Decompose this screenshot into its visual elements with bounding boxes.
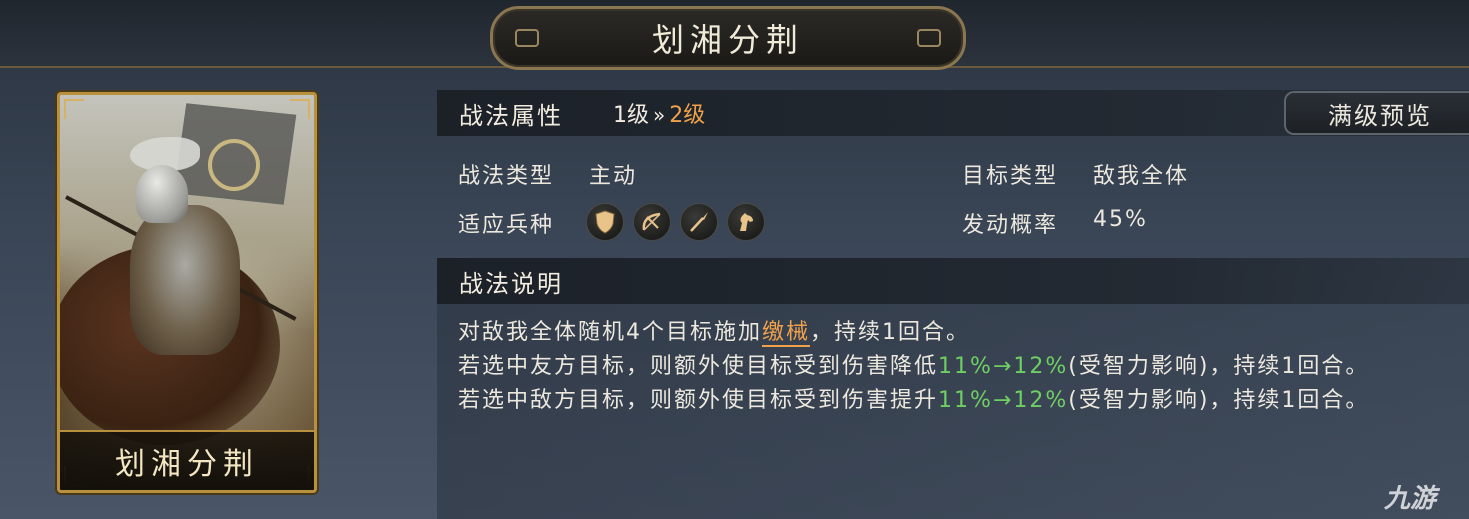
target-type-label: 目标类型 [962, 164, 1059, 189]
desc-text: 对敌我全体随机4个目标施加 [458, 320, 762, 345]
card-corner-ornament [290, 99, 310, 119]
description-line-1: 对敌我全体随机4个目标施加缴械，持续1回合。 [458, 316, 1448, 350]
watermark-logo: 九游 [1384, 478, 1436, 515]
title-plate: 划湘分荆 [490, 6, 966, 70]
page-title: 划湘分荆 [651, 21, 804, 59]
description-line-3: 若选中敌方目标，则额外使目标受到伤害提升11%→12%(受智力影响)，持续1回合… [458, 384, 1448, 418]
trigger-rate-value: 45% [1093, 207, 1148, 232]
disarm-keyword-link[interactable]: 缴械 [762, 320, 811, 347]
max-level-preview-button[interactable]: 满级预览 [1284, 91, 1469, 135]
description-header-label: 战法说明 [459, 269, 563, 298]
tactic-type-value: 主动 [589, 164, 638, 189]
damage-reduction-value: 11%→12% [938, 354, 1069, 379]
desc-text: (受智力影响)，持续1回合。 [1068, 388, 1370, 413]
tactic-type-label: 战法类型 [458, 164, 555, 189]
description-header: 战法说明 [437, 258, 1469, 304]
ornament-left-icon [515, 29, 539, 47]
horse-icon[interactable] [727, 203, 765, 241]
description-line-2: 若选中友方目标，则额外使目标受到伤害降低11%→12%(受智力影响)，持续1回合… [458, 350, 1448, 384]
trigger-rate-label: 发动概率 [962, 213, 1059, 238]
card-name: 划湘分荆 [115, 447, 259, 482]
desc-text: (受智力影响)，持续1回合。 [1068, 354, 1370, 379]
level-from: 1级 [613, 103, 649, 128]
desc-text: 若选中友方目标，则额外使目标受到伤害降低 [458, 354, 939, 379]
banner-emblem-icon [208, 139, 260, 191]
desc-text: 若选中敌方目标，则额外使目标受到伤害提升 [458, 388, 939, 413]
card-art-rider [130, 205, 240, 355]
damage-increase-value: 11%→12% [938, 388, 1069, 413]
troop-type-label: 适应兵种 [458, 213, 555, 238]
watermark-text: 九游 [1384, 484, 1437, 514]
spear-icon[interactable] [680, 203, 718, 241]
bow-icon[interactable] [633, 203, 671, 241]
description-text: 对敌我全体随机4个目标施加缴械，持续1回合。 若选中友方目标，则额外使目标受到伤… [458, 316, 1448, 418]
troop-icons [586, 203, 765, 241]
tactic-card: 划湘分荆 [57, 92, 317, 493]
card-name-band: 划湘分荆 [60, 430, 314, 490]
attributes-header-label: 战法属性 [459, 101, 563, 130]
level-arrow-icon: » [653, 103, 666, 127]
ornament-right-icon [917, 29, 941, 47]
desc-text: ，持续1回合。 [810, 320, 971, 345]
target-type-value: 敌我全体 [1093, 164, 1190, 189]
shield-icon[interactable] [586, 203, 624, 241]
card-corner-ornament [64, 99, 84, 119]
top-title-bar: 划湘分荆 [0, 0, 1469, 70]
card-art-helmet [136, 165, 188, 223]
level-to: 2级 [669, 103, 706, 128]
level-display: 1级» 2级 [613, 97, 705, 129]
